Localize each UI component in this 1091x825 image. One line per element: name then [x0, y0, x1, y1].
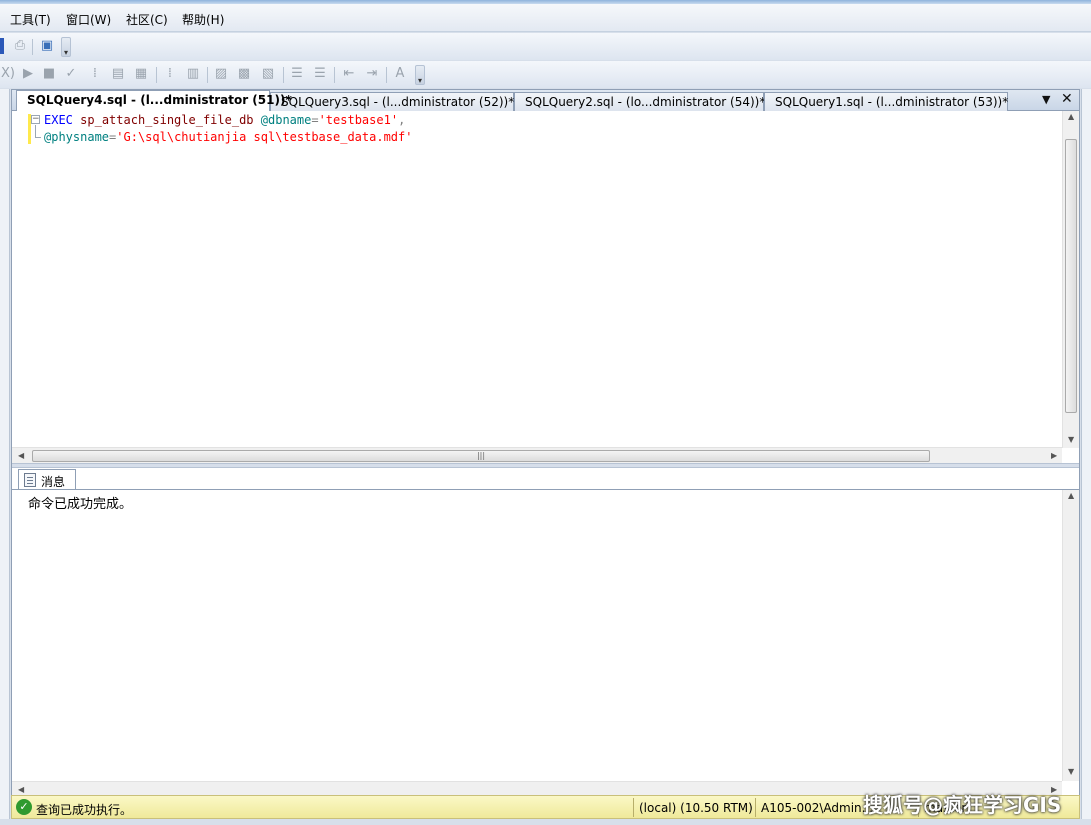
- results-to-file-icon[interactable]: ▧: [260, 66, 276, 82]
- editor-horizontal-scrollbar[interactable]: ◀ ||| ▶: [12, 447, 1062, 463]
- outline-end: [35, 137, 41, 138]
- stop-icon[interactable]: ■: [41, 66, 57, 82]
- editor-horizontal-scroll-thumb[interactable]: |||: [32, 450, 930, 462]
- sql-editor[interactable]: − EXEC sp_attach_single_file_db @dbname=…: [12, 111, 1079, 448]
- execute-icon[interactable]: ▶: [20, 66, 36, 82]
- scroll-down-icon[interactable]: ▼: [1068, 435, 1074, 444]
- scroll-left-icon[interactable]: ◀: [18, 451, 24, 460]
- editor-vertical-scroll-thumb[interactable]: [1065, 139, 1077, 413]
- collapse-icon[interactable]: −: [31, 115, 40, 124]
- parse-icon[interactable]: X): [0, 66, 16, 82]
- query-options-icon[interactable]: ⁞: [87, 66, 103, 82]
- client-stats-icon[interactable]: ▥: [185, 66, 201, 82]
- menu-community[interactable]: 社区(C): [126, 11, 168, 28]
- status-server: (local) (10.50 RTM): [639, 801, 753, 815]
- specify-values-icon[interactable]: A: [392, 66, 408, 82]
- menu-window[interactable]: 窗口(W): [66, 11, 111, 28]
- scroll-up-icon[interactable]: ▲: [1068, 112, 1074, 121]
- menu-help[interactable]: 帮助(H): [182, 11, 224, 28]
- scroll-up-icon[interactable]: ▲: [1068, 491, 1074, 500]
- query-document-window: SQLQuery4.sql - (l...dministrator (51))*…: [11, 89, 1080, 819]
- toolbar-separator: [32, 39, 33, 55]
- uncomment-icon[interactable]: ☰: [312, 66, 328, 82]
- result-message: 命令已成功完成。: [28, 497, 133, 512]
- scroll-right-icon[interactable]: ▶: [1051, 451, 1057, 460]
- tab-sqlquery2[interactable]: SQLQuery2.sql - (lo...dministrator (54))…: [514, 92, 765, 111]
- status-message: 查询已成功执行。: [36, 803, 133, 817]
- editor-vertical-scrollbar[interactable]: ▲ ▼: [1062, 111, 1079, 448]
- right-docked-pane: [1081, 89, 1091, 819]
- scroll-left-icon[interactable]: ◀: [18, 785, 24, 794]
- messages-vertical-scrollbar[interactable]: ▲ ▼: [1062, 490, 1079, 781]
- messages-tab-label: 消息: [41, 475, 66, 489]
- results-icon[interactable]: ▤: [110, 66, 126, 82]
- messages-icon: [24, 473, 36, 487]
- editor-gutter: [12, 111, 30, 448]
- code-line-2: @physname='G:\sql\chutianjia sql\testbas…: [44, 130, 413, 144]
- decrease-indent-icon[interactable]: ⇤: [341, 66, 357, 82]
- toolbar-separator: [156, 67, 157, 83]
- code-line-1: EXEC sp_attach_single_file_db @dbname='t…: [44, 113, 406, 127]
- messages-pane[interactable]: 命令已成功完成。 ▲ ▼ ◀ ▶: [12, 489, 1079, 797]
- increase-indent-icon[interactable]: ⇥: [364, 66, 380, 82]
- tab-sqlquery4[interactable]: SQLQuery4.sql - (l...dministrator (51))*: [16, 90, 292, 111]
- left-docked-pane: [0, 89, 10, 819]
- toolbar-overflow-grip[interactable]: ▾: [415, 65, 425, 85]
- standard-toolbar: ⎙ ▣ ▾: [0, 33, 1091, 60]
- toolbar-separator: [207, 67, 208, 83]
- tab-messages[interactable]: 消息: [18, 469, 76, 490]
- toolbar-overflow-grip[interactable]: ▾: [61, 37, 71, 57]
- tab-sqlquery3[interactable]: SQLQuery3.sql - (l...dministrator (52))*: [270, 92, 514, 111]
- tab-sqlquery1[interactable]: SQLQuery1.sql - (l...dministrator (53))*: [764, 92, 1008, 111]
- watermark: 搜狐号@疯狂学习GIS: [863, 793, 1062, 817]
- print-icon[interactable]: ⎙: [12, 38, 28, 54]
- image-icon[interactable]: ▣: [39, 38, 55, 54]
- menu-tools[interactable]: 工具(T): [10, 11, 51, 28]
- success-check-icon: ✓: [16, 799, 32, 815]
- document-tab-strip: SQLQuery4.sql - (l...dministrator (51))*…: [12, 90, 1079, 111]
- results-to-text-icon[interactable]: ▨: [213, 66, 229, 82]
- close-icon[interactable]: ✕: [1061, 91, 1073, 107]
- pane-splitter[interactable]: [12, 463, 1079, 468]
- sql-editor-toolbar: X) ▶ ■ ✓ ⁞ ▤ ▦ ⁞ ▥ ▨ ▩ ▧ ☰ ☰ ⇤ ⇥ A ▾: [0, 61, 1091, 88]
- include-plan-icon[interactable]: ⁞: [162, 66, 178, 82]
- grid-icon[interactable]: ▦: [133, 66, 149, 82]
- results-to-grid-icon[interactable]: ▩: [236, 66, 252, 82]
- tab-list-dropdown-icon[interactable]: ▼: [1042, 93, 1050, 106]
- scroll-down-icon[interactable]: ▼: [1068, 767, 1074, 776]
- outline-line: [35, 125, 36, 137]
- status-separator: [755, 798, 756, 817]
- toolbar-separator: [334, 67, 335, 83]
- comment-icon[interactable]: ☰: [289, 66, 305, 82]
- status-separator: [633, 798, 634, 817]
- toolbar-separator: [386, 67, 387, 83]
- menu-bar: 工具(T) 窗口(W) 社区(C) 帮助(H): [0, 4, 1091, 32]
- status-login: A105-002\Admin...: [761, 801, 874, 815]
- toolbar-separator: [283, 67, 284, 83]
- checkmark-icon[interactable]: ✓: [63, 66, 79, 82]
- save-icon[interactable]: [0, 38, 4, 54]
